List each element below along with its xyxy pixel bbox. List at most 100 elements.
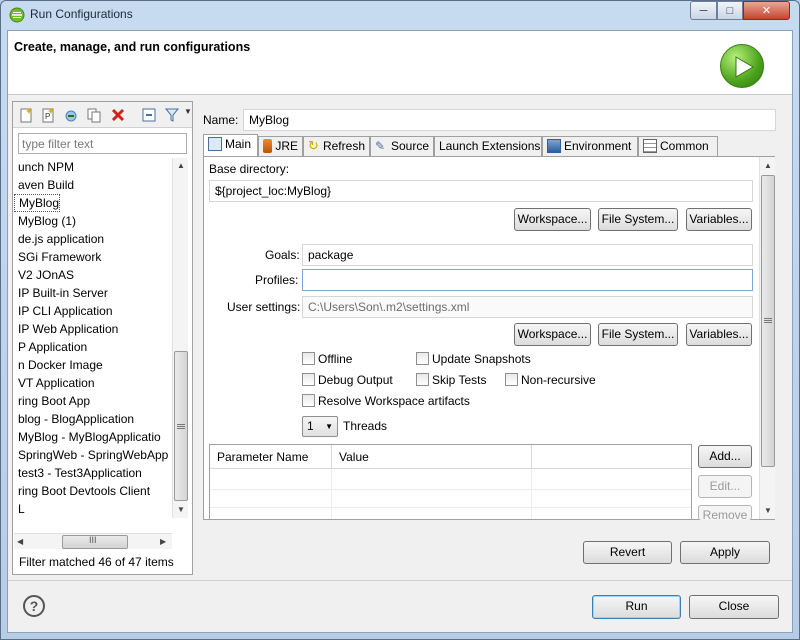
remove-parameter-button[interactable]: Remove	[698, 505, 752, 520]
new-prototype-icon[interactable]: P	[40, 107, 56, 123]
close-window-button[interactable]: ✕	[743, 1, 790, 20]
tree-item[interactable]: SpringWeb - SpringWebApp	[14, 446, 168, 464]
column-header-value[interactable]: Value	[332, 445, 532, 469]
tab-source[interactable]: ✎ Source	[370, 136, 434, 156]
apply-button[interactable]: Apply	[680, 541, 770, 564]
main-tab-vertical-scrollbar[interactable]: ▲ ▼	[759, 157, 775, 519]
workspace-button-settings[interactable]: Workspace...	[514, 323, 591, 346]
column-header-empty	[532, 445, 691, 469]
window-title: Run Configurations	[30, 7, 133, 21]
tree-item[interactable]: ring Boot App	[14, 392, 90, 410]
close-icon: ✕	[761, 5, 772, 17]
tree-vertical-thumb[interactable]	[174, 351, 188, 501]
user-settings-field[interactable]: C:\Users\Son\.m2\settings.xml	[302, 296, 753, 318]
edit-parameter-button[interactable]: Edit...	[698, 475, 752, 498]
skip-tests-label: Skip Tests	[432, 373, 487, 387]
dialog-header-title: Create, manage, and run configurations	[14, 40, 251, 54]
export-configuration-icon[interactable]	[63, 107, 79, 123]
tree-item[interactable]: de.js application	[14, 230, 104, 248]
table-col-divider	[531, 469, 532, 519]
tree-item[interactable]: V2 JOnAS	[14, 266, 74, 284]
threads-select[interactable]: 1 ▼	[302, 416, 338, 437]
non-recursive-checkbox[interactable]	[505, 373, 518, 386]
scroll-down-icon[interactable]: ▼	[764, 506, 772, 515]
run-button[interactable]: Run	[592, 595, 681, 619]
file-system-button-settings[interactable]: File System...	[598, 323, 678, 346]
file-system-button-basedir[interactable]: File System...	[598, 208, 678, 231]
close-button[interactable]: Close	[689, 595, 779, 619]
scroll-up-icon[interactable]: ▲	[177, 161, 185, 170]
resolve-workspace-label: Resolve Workspace artifacts	[318, 394, 470, 408]
tree-vertical-scrollbar[interactable]: ▲ ▼	[172, 158, 188, 518]
tab-main[interactable]: Main	[203, 134, 258, 157]
tree-item[interactable]: L	[14, 500, 25, 518]
tree-item[interactable]: n Docker Image	[14, 356, 103, 374]
view-menu-chevron-icon[interactable]: ▼	[184, 107, 192, 116]
filter-input[interactable]	[18, 133, 187, 154]
delete-configuration-icon[interactable]	[110, 107, 126, 123]
parameter-table[interactable]: Parameter Name Value	[209, 444, 692, 520]
revert-button[interactable]: Revert	[583, 541, 672, 564]
duplicate-configuration-icon[interactable]	[86, 107, 102, 123]
debug-output-checkbox[interactable]	[302, 373, 315, 386]
scroll-down-icon[interactable]: ▼	[177, 505, 185, 514]
tab-environment[interactable]: Environment	[542, 136, 638, 156]
tab-launch-extensions[interactable]: Launch Extensions	[434, 136, 542, 156]
tab-common[interactable]: Common	[638, 136, 718, 156]
help-icon[interactable]: ?	[23, 595, 45, 617]
goals-label: Goals:	[265, 248, 300, 262]
scroll-left-icon[interactable]: ◀	[17, 537, 23, 546]
filter-icon[interactable]	[164, 107, 180, 123]
tree-item[interactable]: P Application	[14, 338, 87, 356]
resolve-workspace-checkbox[interactable]	[302, 394, 315, 407]
refresh-icon: ↻	[308, 138, 319, 153]
base-directory-field[interactable]: ${project_loc:MyBlog}	[209, 180, 753, 202]
threads-value: 1	[307, 419, 314, 433]
thumb-grip-icon	[177, 424, 185, 425]
tree-item[interactable]: aven Build	[14, 176, 74, 194]
tree-item[interactable]: MyBlog (1)	[14, 212, 76, 230]
tree-item[interactable]: IP CLI Application	[14, 302, 113, 320]
maximize-button[interactable]: □	[717, 1, 743, 20]
filter-status: Filter matched 46 of 47 items	[19, 555, 174, 569]
variables-button-settings[interactable]: Variables...	[686, 323, 752, 346]
name-field[interactable]: MyBlog	[243, 109, 776, 131]
profiles-field[interactable]	[302, 269, 753, 291]
minimize-button[interactable]: ─	[690, 1, 717, 20]
table-row-divider	[210, 507, 691, 508]
main-tab-vertical-thumb[interactable]	[761, 175, 775, 467]
tree-item[interactable]: IP Web Application	[14, 320, 118, 338]
offline-checkbox[interactable]	[302, 352, 315, 365]
configuration-tree[interactable]: unch NPM aven Build MyBlog MyBlog (1) de.js …	[14, 158, 172, 518]
scroll-right-icon[interactable]: ▶	[160, 537, 166, 546]
tab-jre[interactable]: JRE	[258, 136, 303, 156]
collapse-all-icon[interactable]	[141, 107, 157, 123]
tree-item-selected[interactable]: MyBlog	[14, 194, 61, 212]
variables-button-basedir[interactable]: Variables...	[686, 208, 752, 231]
column-header-parameter-name[interactable]: Parameter Name	[210, 445, 332, 469]
tree-item[interactable]: VT Application	[14, 374, 95, 392]
goals-field[interactable]: package	[302, 244, 753, 266]
workspace-button-basedir[interactable]: Workspace...	[514, 208, 591, 231]
base-directory-label: Base directory:	[209, 162, 290, 176]
thumb-grip-icon	[764, 318, 772, 319]
jre-icon	[263, 139, 273, 153]
tree-item[interactable]: IP Built-in Server	[14, 284, 108, 302]
tree-horizontal-scrollbar[interactable]: ◀ III ▶	[14, 533, 172, 549]
non-recursive-label: Non-recursive	[521, 373, 596, 387]
tree-item[interactable]: blog - BlogApplication	[14, 410, 134, 428]
skip-tests-checkbox[interactable]	[416, 373, 429, 386]
titlebar[interactable]: Run Configurations	[0, 0, 800, 30]
tree-item[interactable]: test3 - Test3Application	[14, 464, 142, 482]
tree-item[interactable]: SGi Framework	[14, 248, 101, 266]
new-configuration-icon[interactable]	[18, 107, 34, 123]
tree-horizontal-thumb[interactable]: III	[62, 535, 128, 549]
update-snapshots-checkbox[interactable]	[416, 352, 429, 365]
add-parameter-button[interactable]: Add...	[698, 445, 752, 468]
tree-item[interactable]: MyBlog - MyBlogApplicatio	[14, 428, 161, 446]
tree-item[interactable]: unch NPM	[14, 158, 74, 176]
footer-divider	[8, 580, 792, 581]
scroll-up-icon[interactable]: ▲	[764, 161, 772, 170]
tab-refresh[interactable]: ↻ Refresh	[303, 136, 370, 156]
tree-item[interactable]: ring Boot Devtools Client	[14, 482, 150, 500]
